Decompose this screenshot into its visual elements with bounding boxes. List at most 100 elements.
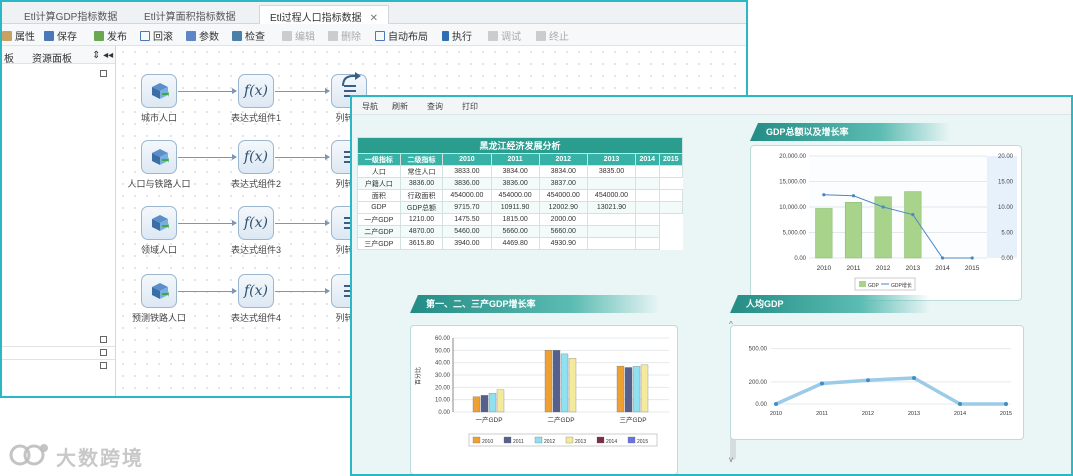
expression-node[interactable]: f(x) bbox=[238, 74, 274, 108]
source-node-label: 领域人口 bbox=[140, 245, 177, 255]
table-row: 面积 行政面积 454000.00 454000.00 454000.00 454000.… bbox=[357, 189, 683, 202]
source-node-label: 预测铁路人口 bbox=[131, 313, 186, 323]
bar bbox=[844, 202, 863, 259]
source-node[interactable] bbox=[141, 274, 177, 308]
x-tick-label: 2012 bbox=[862, 411, 874, 417]
delete-button[interactable]: 删除 bbox=[328, 28, 361, 43]
collapse-icon[interactable] bbox=[100, 349, 107, 356]
tab-population-etl[interactable]: Etl过程人口指标数据 ✕ bbox=[259, 5, 390, 24]
bar bbox=[488, 393, 497, 413]
expression-node[interactable]: f(x) bbox=[238, 206, 274, 240]
x-tick-label: 二产GDP bbox=[547, 415, 574, 424]
watermark: 大数跨境 bbox=[8, 440, 148, 470]
tab-bar: Etl计算GDP指标数据 Etl计算面积指标数据 Etl过程人口指标数据 ✕ bbox=[2, 2, 746, 24]
per-capita-point bbox=[1004, 402, 1008, 406]
source-node[interactable] bbox=[141, 74, 177, 108]
collapse-icon[interactable] bbox=[100, 362, 107, 369]
auto-layout-button[interactable]: 自动布局 bbox=[375, 28, 428, 43]
table-header-cell: 2014 bbox=[635, 153, 660, 166]
panel-tab-resources[interactable]: 资源面板 bbox=[32, 50, 72, 65]
stop-icon bbox=[536, 31, 546, 41]
publish-button[interactable]: 发布 bbox=[94, 28, 127, 43]
rollback-button[interactable]: 回滚 bbox=[140, 28, 173, 43]
bar bbox=[624, 367, 633, 413]
y2-tick-label: 20.00 bbox=[998, 154, 1014, 160]
legend-label: GDP bbox=[868, 283, 880, 289]
table-row: 三产GDP 3615.80 3940.00 4469.80 4930.90 bbox=[357, 237, 683, 250]
debug-button[interactable]: 调试 bbox=[488, 28, 521, 43]
edit-button[interactable]: 编辑 bbox=[282, 28, 315, 43]
parameters-button[interactable]: 参数 bbox=[186, 28, 219, 43]
function-icon: f(x) bbox=[243, 149, 268, 165]
print-button[interactable]: 打印 bbox=[462, 101, 478, 112]
table-cell bbox=[635, 213, 660, 226]
publish-icon bbox=[94, 31, 104, 41]
divider bbox=[2, 359, 115, 360]
y-tick-label: 40.00 bbox=[435, 361, 451, 367]
legend-label: 2012 bbox=[544, 439, 555, 445]
run-button[interactable]: 执行 bbox=[442, 28, 472, 43]
table-header-cell: 二级指标 bbox=[399, 153, 444, 166]
bar bbox=[568, 358, 577, 413]
y-tick-label: 20,000.00 bbox=[779, 154, 806, 160]
table-cell: 1210.00 bbox=[399, 213, 444, 226]
source-node[interactable] bbox=[141, 206, 177, 240]
expression-node-label: 表达式组件1 bbox=[230, 113, 281, 123]
edit-icon bbox=[282, 31, 292, 41]
properties-icon bbox=[2, 31, 12, 41]
x-tick-label: 2014 bbox=[954, 411, 966, 417]
y2-tick-label: 0.00 bbox=[1001, 256, 1013, 262]
report-toolbar: 导航 刷新 查询 打印 bbox=[352, 97, 1071, 115]
function-icon: f(x) bbox=[243, 83, 268, 99]
tab-area-etl[interactable]: Etl计算面积指标数据 bbox=[134, 5, 246, 24]
per-capita-point bbox=[820, 381, 824, 386]
scroll-down-icon[interactable]: v bbox=[729, 455, 733, 464]
y-tick-label: 15,000.00 bbox=[779, 180, 806, 186]
bar bbox=[640, 364, 649, 413]
expression-node[interactable]: f(x) bbox=[238, 140, 274, 174]
tab-gdp-etl[interactable]: Etl计算GDP指标数据 bbox=[14, 5, 127, 24]
table-group-cell: 人口 bbox=[357, 165, 401, 178]
table-cell: GDP总额 bbox=[399, 201, 444, 214]
flow-link bbox=[178, 154, 237, 160]
per-capita-chart-panel: 0.00 200.00 500.00 2010 2011 2012 2013 2014 2015 bbox=[730, 325, 1024, 440]
y-axis-label: 百分比 bbox=[414, 367, 422, 385]
per-capita-point bbox=[866, 378, 870, 383]
auto-layout-icon bbox=[375, 31, 385, 41]
table-cell bbox=[635, 201, 660, 214]
nav-button[interactable]: 导航 bbox=[362, 101, 378, 112]
stop-button[interactable]: 终止 bbox=[536, 28, 569, 43]
expression-node[interactable]: f(x) bbox=[238, 274, 274, 308]
check-button[interactable]: 检查 bbox=[232, 28, 265, 43]
source-node[interactable] bbox=[141, 140, 177, 174]
y-tick-label: 60.00 bbox=[435, 336, 451, 342]
table-cell: 行政面积 bbox=[399, 189, 444, 202]
bar bbox=[560, 353, 569, 413]
pin-icon[interactable]: ⇕ ◂◂ bbox=[92, 50, 113, 61]
table-row: 户籍人口 3836.00 3836.00 3836.00 3837.00 bbox=[357, 177, 683, 190]
legend-label: 2015 bbox=[637, 439, 648, 445]
table-header-row: 一级指标 二级指标 2010 2011 2012 2013 2014 2015 bbox=[357, 153, 683, 166]
database-cube-icon bbox=[152, 149, 169, 165]
close-tab-icon[interactable]: ✕ bbox=[370, 13, 378, 24]
function-icon: f(x) bbox=[243, 215, 268, 231]
collapse-icon[interactable] bbox=[100, 336, 107, 343]
table-cell: 454000.00 bbox=[586, 189, 637, 202]
query-button[interactable]: 查询 bbox=[427, 101, 443, 112]
legend-label: 2014 bbox=[606, 439, 617, 445]
flow-link bbox=[178, 88, 237, 94]
refresh-button[interactable]: 刷新 bbox=[392, 101, 408, 112]
panel-tab-board[interactable]: 板 bbox=[4, 50, 14, 65]
save-button[interactable]: 保存 bbox=[44, 28, 77, 43]
x-tick-label: 2015 bbox=[965, 265, 980, 272]
collapse-icon[interactable] bbox=[100, 70, 107, 77]
database-cube-icon bbox=[152, 215, 169, 231]
gdp-total-chart: 0.00 5,000.00 10,000.00 15,000.00 20,000.00 0… bbox=[779, 154, 1017, 291]
properties-button[interactable]: 属性 bbox=[2, 28, 35, 43]
table-cell: 4870.00 bbox=[399, 225, 444, 238]
table-cell: 3836.00 bbox=[399, 177, 444, 190]
table-cell bbox=[586, 237, 637, 250]
growth-point bbox=[911, 213, 915, 217]
divider bbox=[2, 346, 115, 347]
debug-icon bbox=[488, 31, 498, 41]
